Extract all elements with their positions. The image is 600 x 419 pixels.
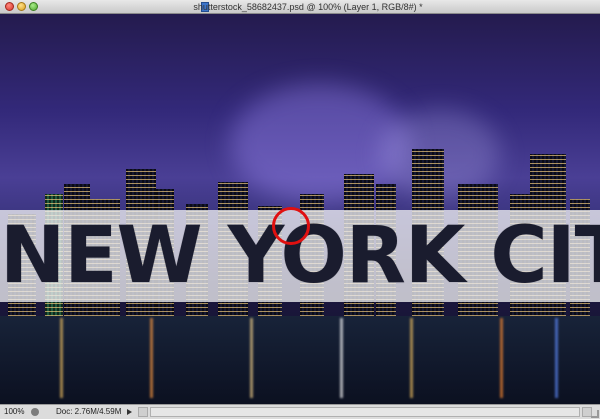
- light-reflection: [250, 318, 253, 398]
- document-size: Doc: 2.76M/4.59M: [56, 407, 122, 416]
- status-bar: 100% Doc: 2.76M/4.59M: [0, 404, 600, 419]
- status-menu-arrow-icon[interactable]: [127, 409, 132, 415]
- light-reflection: [410, 318, 413, 398]
- document-status-icon: [31, 408, 39, 416]
- scroll-left-button[interactable]: [138, 407, 148, 417]
- light-reflection: [60, 318, 63, 398]
- document-canvas[interactable]: NEW YORK CITY: [0, 14, 600, 404]
- horizontal-scrollbar[interactable]: [150, 407, 580, 417]
- title-bar[interactable]: shutterstock_58682437.psd @ 100% (Layer …: [0, 0, 600, 14]
- river-water: [0, 316, 600, 404]
- light-reflection: [555, 318, 558, 398]
- light-reflection: [340, 318, 343, 398]
- zoom-level[interactable]: 100%: [4, 405, 24, 418]
- resize-grip-icon[interactable]: [591, 410, 599, 418]
- light-reflection: [150, 318, 153, 398]
- photoshop-document-window: shutterstock_58682437.psd @ 100% (Layer …: [0, 0, 600, 419]
- red-circle-annotation: [272, 207, 310, 245]
- light-reflection: [500, 318, 503, 398]
- document-title: shutterstock_58682437.psd @ 100% (Layer …: [193, 2, 423, 12]
